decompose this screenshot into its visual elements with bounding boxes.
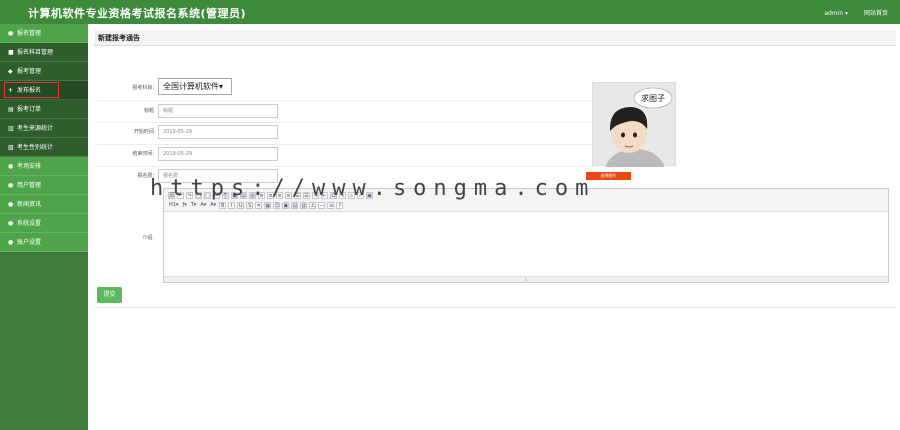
sidebar-item[interactable]: ● 考场安排 xyxy=(0,157,88,176)
title-label: 标题 xyxy=(143,108,154,114)
sidebar-item[interactable]: ■ 报名科目管理 xyxy=(0,43,88,62)
menu-icon: ● xyxy=(8,201,14,208)
sidebar-item[interactable]: ● 报名管理 xyxy=(0,24,88,43)
panel-title: 新建报考通告 xyxy=(94,30,896,46)
avatar-illustration: 求图子 xyxy=(605,87,673,193)
toolbar-button-icon[interactable]: S xyxy=(246,202,254,209)
toolbar-dropdown[interactable]: A▾ xyxy=(209,202,217,209)
fee-label: 报名费: xyxy=(137,173,154,179)
subject-select[interactable]: 全国计算机软件▾ xyxy=(158,78,232,95)
sidebar-item[interactable]: ● 新闻资讯 xyxy=(0,195,88,214)
active-highlight xyxy=(4,82,59,98)
menu-icon: ▧ xyxy=(8,144,14,151)
sidebar-item-label: 报考管理 xyxy=(17,68,42,75)
sidebar-item[interactable]: ◆ 报考管理 xyxy=(0,62,88,81)
description-label: 介绍: xyxy=(142,235,154,241)
site-home-link[interactable]: 网站首页 xyxy=(864,10,888,17)
toolbar-button-icon[interactable]: ⚓ xyxy=(309,202,317,209)
toolbar-button-icon[interactable]: ▥ xyxy=(300,202,308,209)
editor-resize-handle[interactable]: ⇕ xyxy=(164,276,888,282)
end-time-input[interactable]: 2019-05-29 xyxy=(158,147,278,161)
title-input[interactable]: 标题 xyxy=(158,104,278,118)
menu-icon: ● xyxy=(8,239,14,246)
toolbar-dropdown[interactable]: ƒ▾ xyxy=(181,202,187,209)
sidebar: ● 报名管理 ■ 报名科目管理 ◆ 报考管理 + 发布报名 ▤ 报考订单 ▥ 考生来源统计 ▧ 考生性别统… xyxy=(0,24,88,430)
top-bar: 计算机软件专业资格考试报名系统(管理员) admin ▾ 网站首页 xyxy=(0,0,900,24)
sidebar-item[interactable]: ▧ 考生性别统计 xyxy=(0,138,88,157)
sidebar-item[interactable]: ▥ 考生来源统计 xyxy=(0,119,88,138)
sidebar-item[interactable]: ● 账户设置 xyxy=(0,233,88,252)
toolbar-button-icon[interactable]: ? xyxy=(336,202,344,209)
avatar-preview: 求图子 xyxy=(592,82,676,193)
toolbar-button-icon[interactable]: U xyxy=(237,202,245,209)
toolbar-dropdown[interactable]: T▾ xyxy=(190,202,198,209)
main-content: 新建报考通告 报考科目: 全国计算机软件▾ 标题 标题 开始时间 2019-05… xyxy=(88,24,900,430)
menu-icon: ▥ xyxy=(8,125,14,132)
sidebar-item-label: 系统设置 xyxy=(17,220,42,227)
menu-icon: ● xyxy=(8,163,14,170)
start-time-input[interactable]: 2019-05-29 xyxy=(158,125,278,139)
menu-icon: ● xyxy=(8,220,14,227)
editor-content-area[interactable] xyxy=(164,212,888,276)
submit-button[interactable]: 提交 xyxy=(97,287,122,303)
toolbar-button-icon[interactable]: ▣ xyxy=(282,202,290,209)
sidebar-item[interactable]: + 发布报名 xyxy=(0,81,88,100)
toolbar-button-icon[interactable]: — xyxy=(318,202,326,209)
sidebar-item-label: 报名管理 xyxy=(17,30,42,37)
toolbar-row-2: H1▾ ƒ▾ T▾ A▾ A▾ B I U S ⌗ ▦ ☺ ▣ ▤ ▥ ⚓ — ⇲? xyxy=(168,201,884,210)
toolbar-button-icon[interactable]: I xyxy=(228,202,236,209)
watermark-text: https://www.songma.com xyxy=(150,176,596,201)
sidebar-item[interactable]: ● 用户管理 xyxy=(0,176,88,195)
toolbar-button-icon[interactable]: ⇲ xyxy=(327,202,335,209)
sidebar-item[interactable]: ● 系统设置 xyxy=(0,214,88,233)
top-right-links: admin ▾ 网站首页 xyxy=(810,8,888,17)
sidebar-item-label: 考生性别统计 xyxy=(17,144,54,151)
sidebar-item-label: 新闻资讯 xyxy=(17,201,42,208)
menu-icon: ● xyxy=(8,182,14,189)
menu-icon: ▤ xyxy=(8,106,14,113)
sidebar-item-label: 账户设置 xyxy=(17,239,42,246)
sidebar-item-label: 考生来源统计 xyxy=(17,125,54,132)
toolbar-button-icon[interactable]: ☺ xyxy=(273,202,281,209)
toolbar-dropdown[interactable]: A▾ xyxy=(199,202,207,209)
toolbar-dropdown[interactable]: H1▾ xyxy=(168,202,179,209)
toolbar-button-icon[interactable]: ▦ xyxy=(264,202,272,209)
start-time-label: 开始时间 xyxy=(133,129,154,135)
toolbar-button-icon[interactable]: B xyxy=(219,202,227,209)
sidebar-item-label: 用户管理 xyxy=(17,182,42,189)
toolbar-button-icon[interactable]: ▤ xyxy=(291,202,299,209)
toolbar-button-icon[interactable]: ⌗ xyxy=(255,202,263,209)
avatar-bubble-text: 求图子 xyxy=(641,93,665,103)
sidebar-item-label: 报名科目管理 xyxy=(17,49,54,56)
sidebar-item[interactable]: ▤ 报考订单 xyxy=(0,100,88,119)
menu-icon: ■ xyxy=(8,49,14,56)
sidebar-item-label: 报考订单 xyxy=(17,106,42,113)
rich-text-editor: 源 ↶ ↷ ▢ ▢ ✂ ⎘ ▣ ▤ ▥ ≡ ≡ ≡ ≡ ☰ ☰ ⇥ ⇤ Ω ✎ ⌕ ✓ ▣ H1▾ ƒ▾ T▾ A▾ A▾ B I U S ⌗… xyxy=(163,188,889,283)
end-time-label: 结束时间: xyxy=(132,151,154,157)
sidebar-item-label: 考场安排 xyxy=(17,163,42,170)
menu-icon: ● xyxy=(8,30,14,37)
app-title: 计算机软件专业资格考试报名系统(管理员) xyxy=(28,7,247,20)
subject-label: 报考科目: xyxy=(132,85,154,91)
menu-icon: ◆ xyxy=(8,68,13,75)
user-menu[interactable]: admin ▾ xyxy=(824,10,848,17)
